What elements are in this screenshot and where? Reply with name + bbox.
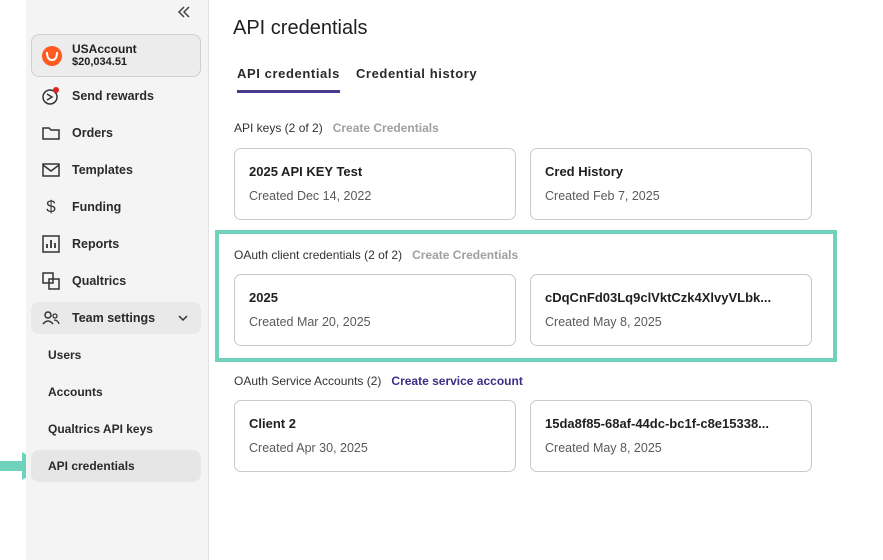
account-balance: $20,034.51 [72,56,128,68]
credential-name: Client 2 [249,416,296,431]
credential-name: 2025 API KEY Test [249,164,363,179]
nav-label: Templates [72,163,133,177]
credential-date: Created May 8, 2025 [545,441,662,455]
section-service-accounts-header: OAuth Service Accounts (2) Create servic… [234,374,523,388]
nav-qualtrics[interactable]: Qualtrics [31,265,201,297]
section-api-keys-header: API keys (2 of 2) Create Credentials [234,121,439,135]
credential-card[interactable]: Cred History Created Feb 7, 2025 [530,148,812,220]
account-switcher[interactable]: USAccount $20,034.51 [31,34,201,77]
folder-icon [41,123,61,143]
credential-card[interactable]: 2025 Created Mar 20, 2025 [234,274,516,346]
collapse-sidebar-icon[interactable] [176,4,192,20]
sub-item-api-credentials[interactable]: API credentials [31,450,201,482]
nav-reports[interactable]: Reports [31,228,201,260]
chevron-down-icon [177,311,189,329]
credential-name: Cred History [545,164,624,179]
credential-card[interactable]: 15da8f85-68af-44dc-bc1f-c8e15338... Crea… [530,400,812,472]
team-icon [41,308,61,328]
nav-orders[interactable]: Orders [31,117,201,149]
sub-item-users[interactable]: Users [31,339,201,371]
section-heading: API keys (2 of 2) [234,121,323,135]
tab-api-credentials[interactable]: API credentials [237,66,340,93]
credential-card[interactable]: 2025 API KEY Test Created Dec 14, 2022 [234,148,516,220]
nav-label: Send rewards [72,89,154,103]
nav-label: Team settings [72,311,156,325]
envelope-icon [41,160,61,180]
nav-label: Funding [72,200,122,214]
nav-funding[interactable]: $ Funding [31,191,201,223]
nav-templates[interactable]: Templates [31,154,201,186]
account-name: USAccount [72,42,137,56]
credential-name: 2025 [249,290,278,305]
qualtrics-icon [41,271,61,291]
credential-card[interactable]: Client 2 Created Apr 30, 2025 [234,400,516,472]
sub-item-qualtrics-api-keys[interactable]: Qualtrics API keys [31,413,201,445]
credential-name: cDqCnFd03Lq9clVktCzk4XlvyVLbk... [545,290,772,305]
account-logo-icon [42,45,62,66]
send-rewards-icon [41,86,61,106]
nav-team-settings[interactable]: Team settings [31,302,201,334]
nav-label: Reports [72,237,120,251]
section-heading: OAuth Service Accounts (2) [234,374,382,388]
bar-chart-icon [41,234,61,254]
sidebar: USAccount $20,034.51 Send rewards Orders… [26,0,209,560]
dollar-icon: $ [46,197,56,216]
section-heading: OAuth client credentials (2 of 2) [234,248,403,262]
page-title: API credentials [233,17,368,39]
sub-item-accounts[interactable]: Accounts [31,376,201,408]
credential-date: Created May 8, 2025 [545,315,662,329]
nav-label: Qualtrics [72,274,127,288]
create-credentials-link[interactable]: Create Credentials [412,248,518,262]
credential-card[interactable]: cDqCnFd03Lq9clVktCzk4XlvyVLbk... Created… [530,274,812,346]
main-content: API credentials API credentials Credenti… [209,0,883,560]
credential-name: 15da8f85-68af-44dc-bc1f-c8e15338... [545,416,770,431]
tab-credential-history[interactable]: Credential history [356,66,477,93]
credential-date: Created Mar 20, 2025 [249,315,371,329]
create-service-account-link[interactable]: Create service account [391,374,522,388]
create-credentials-link[interactable]: Create Credentials [333,121,439,135]
tab-bar: API credentials Credential history [237,66,477,93]
nav-label: Orders [72,126,113,140]
section-oauth-client-header: OAuth client credentials (2 of 2) Create… [234,248,518,262]
credential-date: Created Feb 7, 2025 [545,189,660,203]
credential-date: Created Dec 14, 2022 [249,189,372,203]
nav-send-rewards[interactable]: Send rewards [31,80,201,112]
credential-date: Created Apr 30, 2025 [249,441,368,455]
